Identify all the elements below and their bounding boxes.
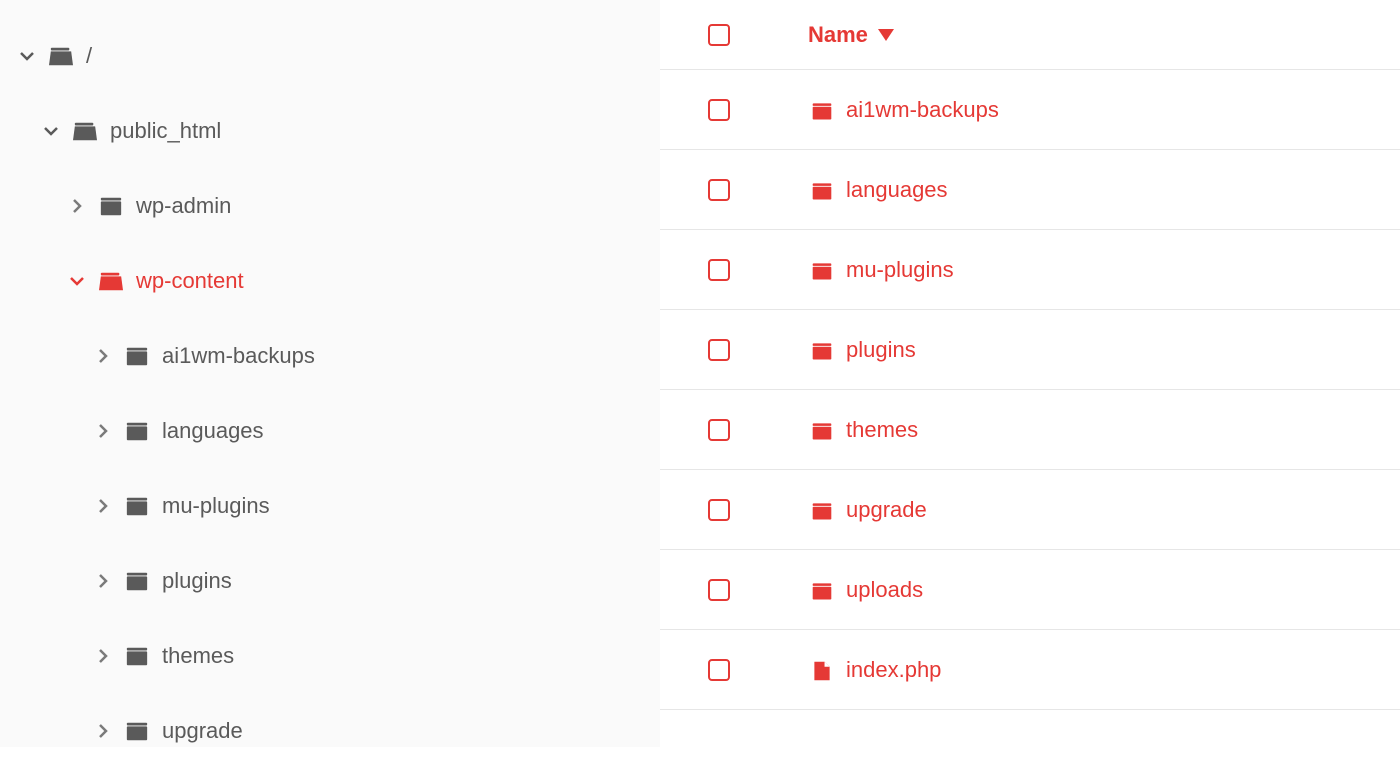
folder-icon (122, 644, 152, 668)
list-row[interactable]: languages (660, 150, 1400, 230)
chevron-right-icon[interactable] (94, 649, 112, 663)
folder-icon (808, 97, 836, 123)
list-row[interactable]: uploads (660, 550, 1400, 630)
row-name: upgrade (846, 497, 927, 523)
file-icon (808, 657, 836, 683)
select-all-checkbox[interactable] (708, 24, 730, 46)
list-row[interactable]: upgrade (660, 470, 1400, 550)
tree-item[interactable]: wp-content (0, 243, 660, 318)
chevron-right-icon[interactable] (68, 199, 86, 213)
row-checkbox[interactable] (708, 499, 730, 521)
chevron-right-icon[interactable] (94, 574, 112, 588)
tree-item-label: upgrade (162, 718, 660, 744)
directory-tree: / public_html wp-admin wp-content ai1wm-back… (0, 0, 660, 747)
tree-item[interactable]: themes (0, 618, 660, 693)
folder-icon (96, 194, 126, 218)
column-header-name-label: Name (808, 22, 868, 48)
chevron-down-icon[interactable] (42, 126, 60, 136)
tree-item-label: mu-plugins (162, 493, 660, 519)
folder-open-icon (96, 269, 126, 293)
sort-desc-icon (878, 29, 894, 41)
tree-item-label: wp-admin (136, 193, 660, 219)
row-name: ai1wm-backups (846, 97, 999, 123)
folder-icon (122, 494, 152, 518)
list-row[interactable]: ai1wm-backups (660, 70, 1400, 150)
tree-item-label: plugins (162, 568, 660, 594)
tree-item[interactable]: ai1wm-backups (0, 318, 660, 393)
row-checkbox[interactable] (708, 419, 730, 441)
chevron-down-icon[interactable] (18, 51, 36, 61)
chevron-right-icon[interactable] (94, 349, 112, 363)
list-header: Name (660, 0, 1400, 70)
tree-item[interactable]: plugins (0, 543, 660, 618)
tree-item[interactable]: languages (0, 393, 660, 468)
tree-item-label: themes (162, 643, 660, 669)
tree-item[interactable]: wp-admin (0, 168, 660, 243)
row-name: mu-plugins (846, 257, 954, 283)
list-row[interactable]: themes (660, 390, 1400, 470)
folder-icon (122, 419, 152, 443)
tree-item-label: / (86, 43, 660, 69)
folder-icon (808, 257, 836, 283)
row-checkbox[interactable] (708, 339, 730, 361)
folder-icon (808, 177, 836, 203)
row-name: themes (846, 417, 918, 443)
chevron-down-icon[interactable] (68, 276, 86, 286)
chevron-right-icon[interactable] (94, 499, 112, 513)
folder-open-icon (46, 44, 76, 68)
row-checkbox[interactable] (708, 259, 730, 281)
folder-icon (122, 719, 152, 743)
tree-item-label: languages (162, 418, 660, 444)
row-checkbox[interactable] (708, 579, 730, 601)
tree-item[interactable]: mu-plugins (0, 468, 660, 543)
row-name: index.php (846, 657, 941, 683)
folder-icon (808, 577, 836, 603)
file-list: Name ai1wm-backups languages mu-plugins plu… (660, 0, 1400, 747)
list-row[interactable]: index.php (660, 630, 1400, 710)
column-header-name[interactable]: Name (808, 22, 894, 48)
folder-icon (122, 569, 152, 593)
row-name: plugins (846, 337, 916, 363)
tree-item-label: public_html (110, 118, 660, 144)
list-row[interactable]: plugins (660, 310, 1400, 390)
list-row[interactable]: mu-plugins (660, 230, 1400, 310)
tree-item[interactable]: upgrade (0, 693, 660, 768)
row-checkbox[interactable] (708, 179, 730, 201)
tree-item-label: ai1wm-backups (162, 343, 660, 369)
folder-icon (808, 337, 836, 363)
row-name: uploads (846, 577, 923, 603)
tree-item[interactable]: public_html (0, 93, 660, 168)
folder-icon (808, 417, 836, 443)
chevron-right-icon[interactable] (94, 724, 112, 738)
row-name: languages (846, 177, 948, 203)
chevron-right-icon[interactable] (94, 424, 112, 438)
folder-open-icon (70, 119, 100, 143)
tree-item[interactable]: / (0, 18, 660, 93)
tree-item-label: wp-content (136, 268, 660, 294)
folder-icon (122, 344, 152, 368)
row-checkbox[interactable] (708, 659, 730, 681)
folder-icon (808, 497, 836, 523)
row-checkbox[interactable] (708, 99, 730, 121)
